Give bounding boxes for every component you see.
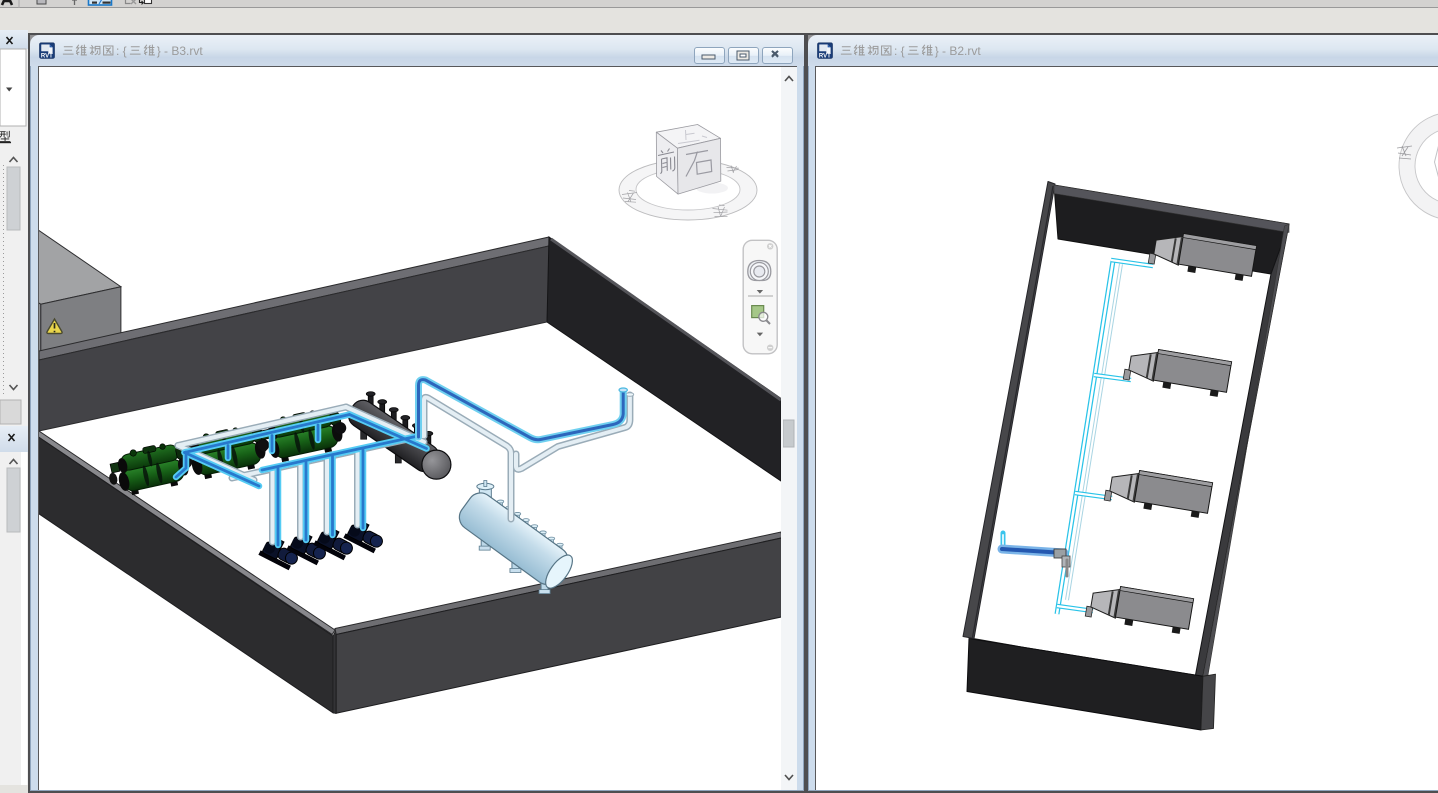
svg-text:型: 型 <box>0 130 11 144</box>
svg-text:RVT: RVT <box>41 53 53 59</box>
svg-text:RVT: RVT <box>819 53 831 59</box>
